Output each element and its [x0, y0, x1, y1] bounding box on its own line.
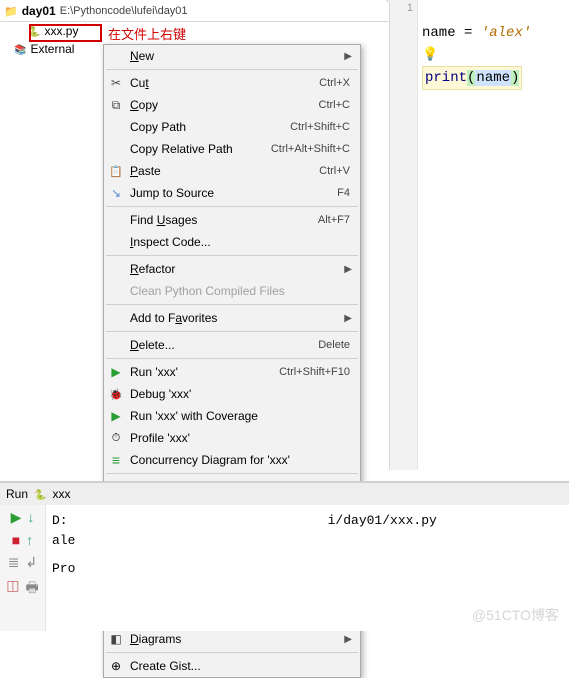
tree-icon[interactable]: ≣ [8, 554, 20, 571]
menu-jump-to-source[interactable]: ↘Jump to SourceF4 [104, 182, 360, 204]
console-line-3: Pro [52, 559, 563, 579]
menu-copy-path[interactable]: Copy PathCtrl+Shift+C [104, 116, 360, 138]
folder-icon [4, 4, 18, 18]
console-line-1a: D: [52, 513, 68, 528]
concurrency-icon [108, 452, 124, 468]
menu-inspect-code[interactable]: Inspect Code... [104, 231, 360, 253]
menu-separator [106, 304, 358, 305]
editor-gutter: 1 [390, 0, 418, 470]
run-header: Run xxx [0, 483, 569, 505]
editor-code: name = 'alex' 💡 print(name) [422, 22, 531, 90]
rerun-icon[interactable]: ▶ [11, 509, 22, 526]
tree-file-label: xxx.py [44, 24, 78, 38]
tree-external-label: External [30, 42, 74, 56]
scroll-down-icon[interactable]: ↓ [27, 509, 34, 526]
menu-refactor[interactable]: Refactor▶ [104, 258, 360, 280]
export-icon[interactable]: ◫ [6, 577, 19, 601]
annotation-right-click: 在文件上右键 [108, 24, 186, 43]
folder-path: E:\Pythoncode\lufei\day01 [60, 5, 188, 17]
submenu-arrow-icon: ▶ [340, 51, 352, 62]
menu-profile[interactable]: Profile 'xxx' [104, 427, 360, 449]
jump-icon: ↘ [108, 185, 124, 201]
menu-run-coverage[interactable]: Run 'xxx' with Coverage [104, 405, 360, 427]
menu-cut[interactable]: CutCtrl+X [104, 72, 360, 94]
code-editor[interactable]: 1 name = 'alex' 💡 print(name) [389, 0, 569, 470]
run-label: Run [6, 487, 28, 501]
code-line-1: name = 'alex' [422, 22, 531, 44]
intention-bulb-icon[interactable]: 💡 [422, 44, 436, 58]
menu-paste[interactable]: PasteCtrl+V [104, 160, 360, 182]
run-config-name: xxx [52, 487, 70, 501]
external-libs-icon [14, 42, 26, 56]
menu-concurrency-diagram[interactable]: Concurrency Diagram for 'xxx' [104, 449, 360, 471]
debug-icon [108, 386, 124, 402]
menu-separator [106, 255, 358, 256]
menu-separator [106, 331, 358, 332]
shortcut: F4 [337, 187, 352, 199]
project-tree: xxx.py External [0, 22, 120, 58]
python-file-icon [34, 487, 46, 501]
watermark: @51CTO博客 [472, 605, 559, 625]
copy-icon [108, 97, 124, 113]
code-line-2: 💡 [422, 44, 531, 66]
shortcut: Ctrl+Alt+Shift+C [271, 143, 352, 155]
menu-separator [106, 358, 358, 359]
menu-create-gist[interactable]: Create Gist... [104, 655, 360, 677]
menu-copy[interactable]: CopyCtrl+C [104, 94, 360, 116]
shortcut: Ctrl+X [319, 77, 352, 89]
menu-new[interactable]: New▶ [104, 45, 360, 67]
tree-external-row[interactable]: External [0, 40, 120, 58]
shortcut: Ctrl+C [319, 99, 352, 111]
menu-separator [106, 473, 358, 474]
menu-separator [106, 206, 358, 207]
submenu-arrow-icon: ▶ [340, 313, 352, 324]
line-number-1: 1 [390, 2, 413, 14]
stop-icon[interactable]: ■ [12, 532, 20, 548]
python-file-icon [28, 24, 40, 38]
up-icon[interactable]: ↑ [26, 532, 33, 548]
gist-icon [108, 658, 124, 674]
menu-clean-compiled: Clean Python Compiled Files [104, 280, 360, 302]
menu-delete[interactable]: Delete...Delete [104, 334, 360, 356]
paste-icon [108, 163, 124, 179]
run-gutter: ▶ ↓ ■ ↑ ≣ ↲ ◫ 🖶 [0, 505, 46, 631]
menu-find-usages[interactable]: Find UsagesAlt+F7 [104, 209, 360, 231]
console-line-1b: i/day01/xxx.py [328, 513, 437, 528]
submenu-arrow-icon: ▶ [340, 634, 352, 645]
profile-icon [108, 430, 124, 446]
submenu-arrow-icon: ▶ [340, 264, 352, 275]
folder-name: day01 [22, 4, 56, 18]
shortcut: Alt+F7 [318, 214, 352, 226]
menu-separator [106, 69, 358, 70]
wrap-icon[interactable]: ↲ [26, 554, 38, 571]
console-line-2: ale [52, 531, 563, 551]
run-icon [108, 364, 124, 380]
coverage-icon [108, 408, 124, 424]
shortcut: Ctrl+Shift+F10 [279, 366, 352, 378]
menu-debug[interactable]: Debug 'xxx' [104, 383, 360, 405]
shortcut: Ctrl+V [319, 165, 352, 177]
shortcut: Ctrl+Shift+C [290, 121, 352, 133]
menu-copy-relative-path[interactable]: Copy Relative PathCtrl+Alt+Shift+C [104, 138, 360, 160]
shortcut: Delete [318, 339, 352, 351]
menu-separator [106, 652, 358, 653]
tree-file-row[interactable]: xxx.py [0, 22, 120, 40]
diagram-icon [108, 631, 124, 647]
print-icon[interactable]: 🖶 [26, 577, 39, 601]
menu-run[interactable]: Run 'xxx'Ctrl+Shift+F10 [104, 361, 360, 383]
menu-diagrams[interactable]: Diagrams▶ [104, 628, 360, 650]
menu-add-to-favorites[interactable]: Add to Favorites▶ [104, 307, 360, 329]
code-line-3: print(name) [422, 66, 531, 90]
cut-icon [108, 75, 124, 91]
